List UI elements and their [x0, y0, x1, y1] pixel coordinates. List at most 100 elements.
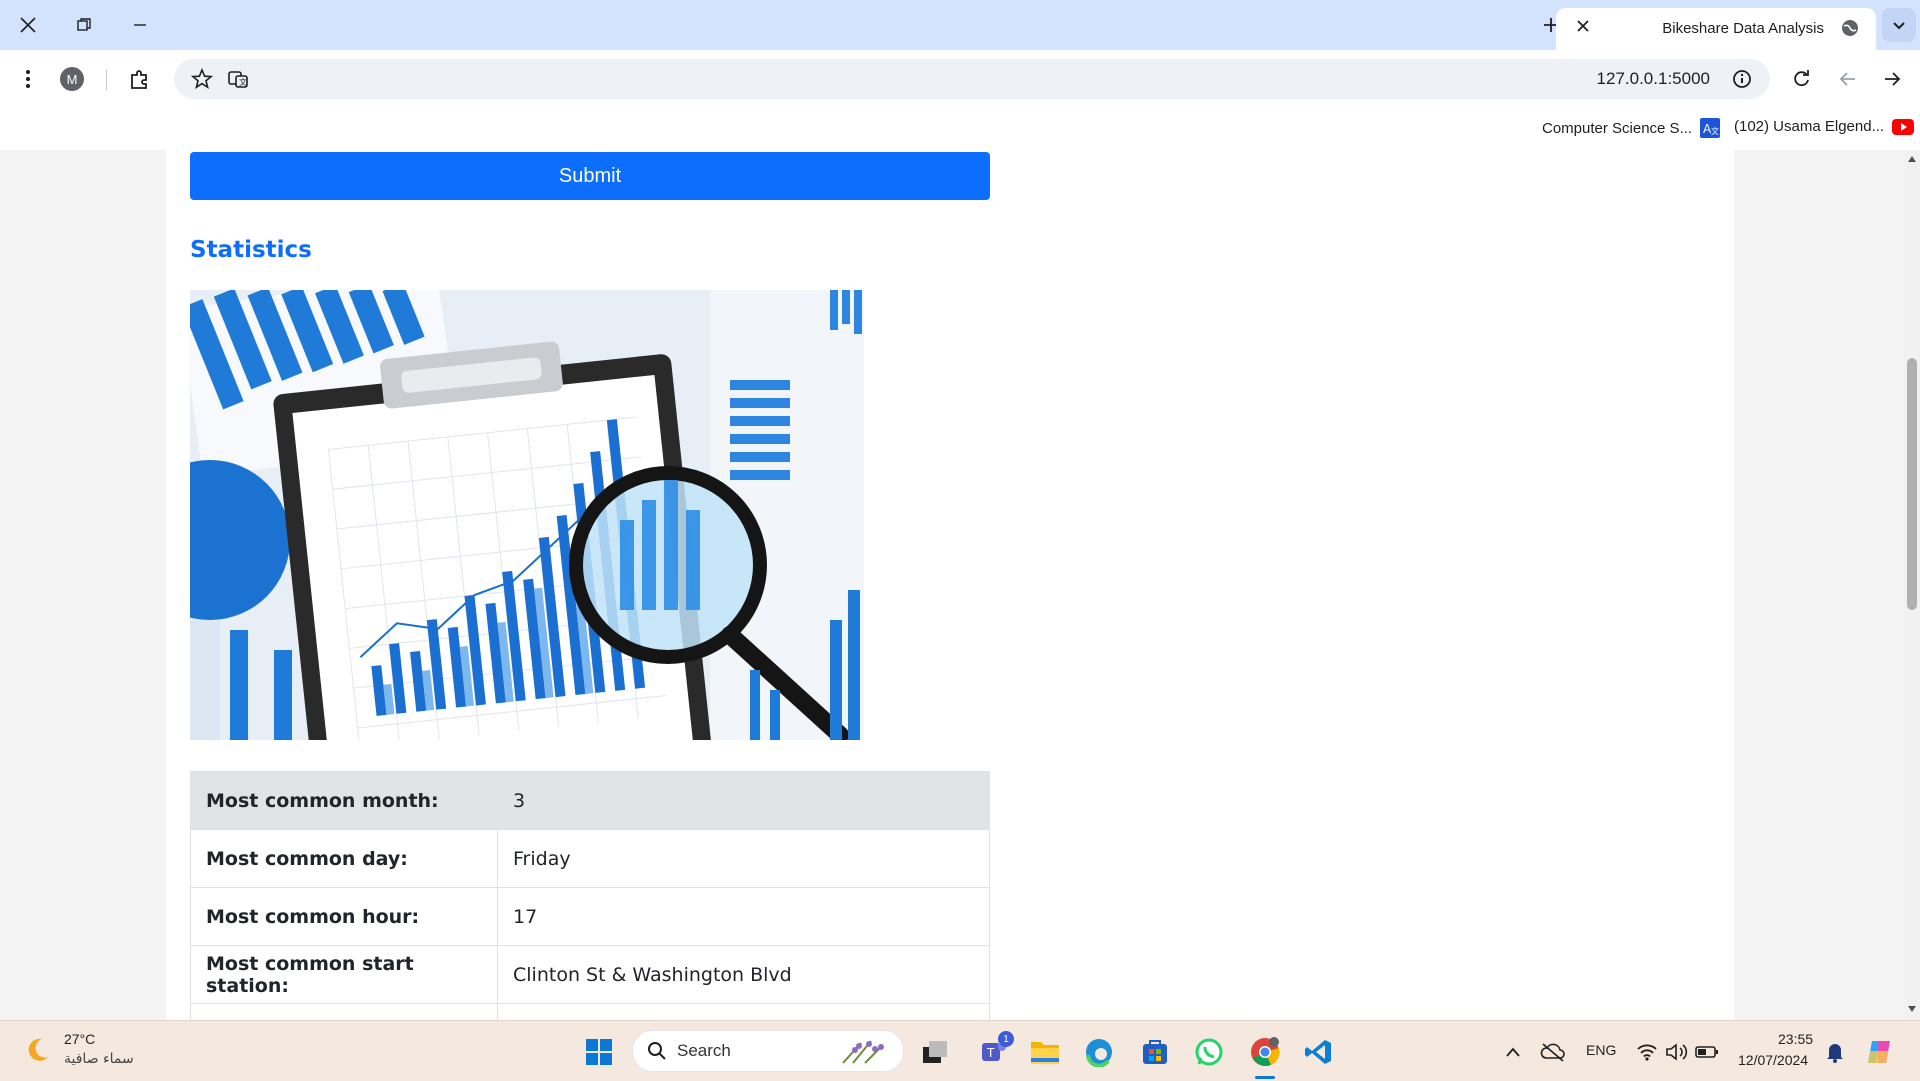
stat-label-next	[190, 1003, 498, 1020]
youtube-icon	[1892, 118, 1915, 135]
battery-icon	[1695, 1046, 1718, 1058]
vscode-app[interactable]	[1302, 1035, 1336, 1069]
taskbar-search[interactable]: Search	[632, 1030, 904, 1072]
search-label: Search	[677, 1041, 731, 1060]
browser-toolbar: M 文 127.0.0.1:5000	[0, 50, 1920, 108]
chrome-app[interactable]	[1248, 1035, 1282, 1079]
tab-search-button[interactable]	[1882, 8, 1916, 42]
submit-button[interactable]: Submit	[190, 152, 990, 200]
close-icon	[20, 17, 36, 33]
stat-value: Friday	[497, 829, 990, 888]
teams-app[interactable]: T 1	[976, 1031, 1014, 1069]
statistics-heading: Statistics	[190, 237, 312, 263]
extensions-button[interactable]	[126, 65, 154, 93]
close-icon	[1577, 20, 1589, 32]
restore-window-button[interactable]	[56, 0, 112, 50]
whatsapp-icon	[1195, 1038, 1223, 1066]
menu-button[interactable]	[14, 65, 42, 93]
store-app[interactable]	[1138, 1035, 1172, 1069]
browser-titlebar: Bikeshare Data Analysis	[0, 0, 1920, 50]
clock-time[interactable]: 23:55	[1778, 1031, 1813, 1047]
reload-icon	[1794, 70, 1809, 87]
stat-value: 3	[497, 771, 990, 830]
arrow-left-icon	[1839, 72, 1855, 86]
speaker-icon	[1666, 1043, 1688, 1061]
scrollbar-thumb[interactable]	[1907, 358, 1917, 610]
page-scrollbar[interactable]	[1904, 150, 1920, 1020]
weather-description: سماء صافية	[64, 1051, 134, 1067]
wifi-icon	[1637, 1044, 1657, 1061]
scroll-down-icon	[1908, 1006, 1916, 1012]
scroll-up-icon	[1908, 156, 1916, 162]
bookmarks-bar: Computer Science S... A文 (102) Usama Elg…	[0, 108, 1920, 150]
table-row	[190, 1003, 990, 1020]
minimize-window-button[interactable]	[112, 0, 168, 50]
file-explorer-app[interactable]	[1028, 1035, 1062, 1069]
kebab-menu-icon	[26, 70, 30, 88]
edge-app[interactable]	[1082, 1035, 1116, 1069]
bookmark-star-button[interactable]	[188, 65, 216, 93]
translate-icon: A文	[1700, 118, 1721, 138]
show-hidden-icons-button[interactable]	[1496, 1035, 1530, 1069]
statistics-table: Most common month: 3 Most common day: Fr…	[190, 771, 990, 1020]
star-icon	[191, 68, 213, 89]
volume-button[interactable]	[1660, 1035, 1694, 1069]
site-info-button[interactable]	[1728, 65, 1756, 93]
bookmark-youtube[interactable]: (102) Usama Elgend...	[1734, 118, 1915, 135]
copilot-button[interactable]	[1862, 1035, 1896, 1069]
search-icon	[648, 1042, 666, 1060]
weather-widget[interactable]	[20, 1033, 54, 1067]
table-row: Most common hour: 17	[190, 887, 990, 946]
cloud-offline-icon	[1540, 1043, 1565, 1062]
forward-button[interactable]	[1878, 65, 1906, 93]
chevron-down-icon	[1893, 22, 1905, 30]
reload-button[interactable]	[1788, 65, 1816, 93]
windows-icon	[586, 1039, 612, 1065]
arrow-right-icon	[1885, 72, 1901, 86]
back-button[interactable]	[1834, 65, 1862, 93]
battery-button[interactable]	[1690, 1035, 1724, 1069]
table-row: Most common start station: Clinton St & …	[190, 945, 990, 1004]
active-app-indicator	[1255, 1076, 1275, 1079]
stat-label: Most common start station:	[190, 945, 498, 1004]
moon-icon	[28, 1038, 48, 1061]
content-container: Submit Statistics Most common month: 3 M…	[166, 150, 1734, 1020]
bell-icon	[1827, 1044, 1843, 1063]
chevron-up-icon	[1506, 1047, 1520, 1057]
svg-text:文: 文	[239, 77, 247, 87]
vscode-icon	[1305, 1040, 1331, 1064]
copilot-icon	[1868, 1041, 1890, 1063]
weather-temp: 27°C	[64, 1031, 96, 1047]
taskbar: 27°C سماء صافية Search T 1 ENG 23:55 12/…	[0, 1020, 1920, 1081]
address-bar[interactable]: 文 127.0.0.1:5000	[174, 59, 1770, 99]
tab-bikeshare[interactable]: Bikeshare Data Analysis	[1556, 8, 1876, 50]
svg-text:T: T	[986, 1046, 995, 1060]
minimize-icon	[134, 24, 146, 26]
stat-label: Most common day:	[190, 829, 498, 888]
stat-label: Most common month:	[190, 771, 498, 830]
translate-page-button[interactable]: 文	[224, 65, 252, 93]
close-window-button[interactable]	[0, 0, 56, 50]
stat-label: Most common hour:	[190, 887, 498, 946]
notifications-button[interactable]	[1818, 1035, 1852, 1069]
language-indicator[interactable]: ENG	[1586, 1042, 1616, 1058]
onedrive-status[interactable]	[1536, 1035, 1570, 1069]
statistics-image	[190, 290, 864, 740]
start-button[interactable]	[582, 1035, 616, 1069]
bookmark-computer-science[interactable]: Computer Science S... A文	[1542, 118, 1721, 138]
toolbar-divider	[106, 70, 107, 90]
tab-title: Bikeshare Data Analysis	[1662, 20, 1824, 37]
profile-avatar[interactable]: M	[60, 67, 84, 91]
stat-value: 17	[497, 887, 990, 946]
url-text[interactable]: 127.0.0.1:5000	[1597, 69, 1710, 89]
table-row: Most common month: 3	[190, 771, 990, 830]
clock-date[interactable]: 12/07/2024	[1738, 1052, 1808, 1068]
whatsapp-app[interactable]	[1192, 1035, 1226, 1069]
network-button[interactable]	[1630, 1035, 1664, 1069]
translate-icon: 文	[228, 71, 248, 88]
tab-close-button[interactable]	[1576, 17, 1590, 38]
globe-icon	[1840, 18, 1860, 38]
task-view-button[interactable]	[918, 1035, 952, 1069]
lavender-icon	[842, 1040, 884, 1064]
page-viewport: Submit Statistics Most common month: 3 M…	[0, 150, 1904, 1020]
